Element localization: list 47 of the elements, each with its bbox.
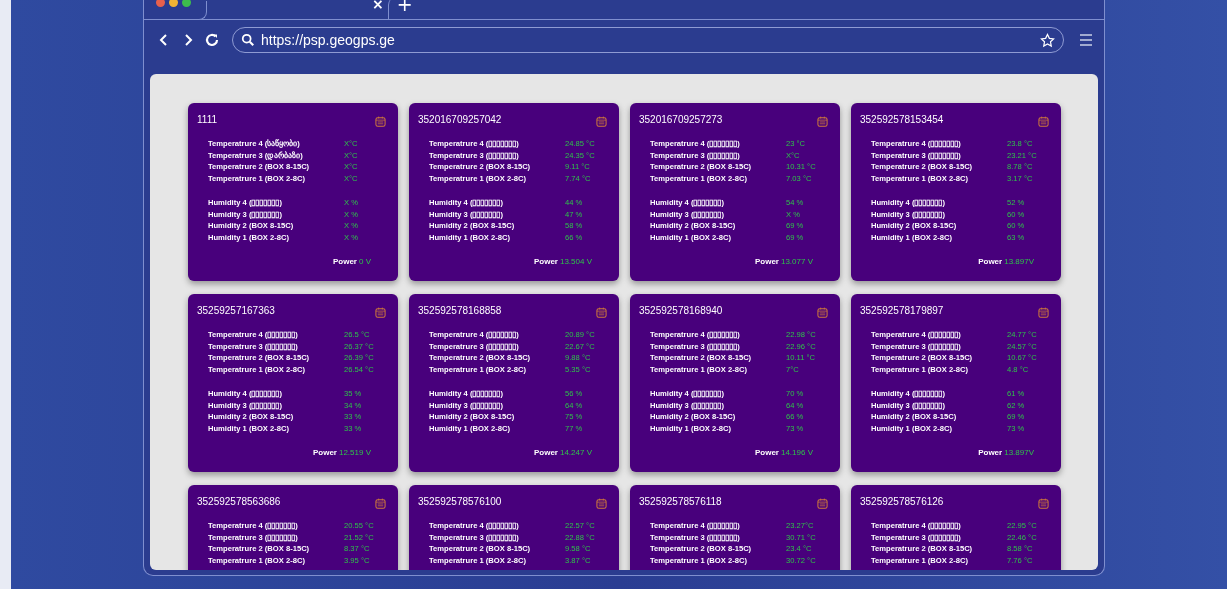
device-id: 352592578563686 (197, 496, 281, 507)
search-icon (241, 33, 255, 47)
reload-icon[interactable] (204, 32, 220, 48)
calendar-icon[interactable] (817, 116, 828, 127)
power-label: Power (533, 448, 558, 457)
power-label: Power (533, 257, 558, 266)
device-id: 352592578179897 (860, 305, 944, 316)
device-id: 352592578576118 (639, 496, 722, 507)
power-label: Power (978, 257, 1003, 266)
device-id: 352592578576100 (418, 496, 502, 507)
calendar-icon[interactable] (817, 307, 828, 318)
calendar-icon[interactable] (375, 116, 386, 127)
calendar-icon[interactable] (1038, 307, 1049, 318)
power-label: Power (332, 257, 357, 266)
device-id: 352592578153454 (860, 114, 944, 125)
calendar-icon[interactable] (817, 498, 828, 509)
power-value: 13.897V (1004, 448, 1034, 457)
calendar-icon[interactable] (596, 307, 607, 318)
menu-icon[interactable] (1078, 32, 1094, 48)
calendar-icon[interactable] (1038, 116, 1049, 127)
device-id: 352592578576126 (860, 496, 944, 507)
calendar-icon[interactable] (596, 116, 607, 127)
tab-close-button[interactable]: × (372, 0, 384, 11)
star-icon[interactable] (1040, 32, 1055, 48)
power-value: 13.504 V (559, 257, 592, 266)
power-label: Power (312, 448, 337, 457)
calendar-icon[interactable] (375, 307, 386, 318)
device-id: 352592578168858 (418, 305, 502, 316)
power-value: 12.519 V (338, 448, 371, 457)
power-label: Power (754, 448, 779, 457)
window-controls-icon[interactable] (156, 0, 191, 7)
calendar-icon[interactable] (1038, 498, 1049, 509)
url-text: https://psp.geogps.ge (261, 32, 396, 48)
device-id: 352016709257273 (639, 114, 723, 125)
device-id: 352592578168940 (639, 305, 723, 316)
power-value: 14.196 V (780, 448, 813, 457)
power-value: 0 V (359, 257, 371, 266)
power-value: 13.077 V (780, 257, 813, 266)
calendar-icon[interactable] (596, 498, 607, 509)
device-id: 1111 (197, 114, 218, 125)
calendar-icon[interactable] (375, 498, 386, 509)
power-value: 14.247 V (559, 448, 592, 457)
device-id: 352016709257042 (418, 114, 502, 125)
power-label: Power (978, 448, 1003, 457)
power-label: Power (754, 257, 779, 266)
power-value: 13.897V (1004, 257, 1034, 266)
device-id: 35259257167363 (197, 305, 275, 316)
